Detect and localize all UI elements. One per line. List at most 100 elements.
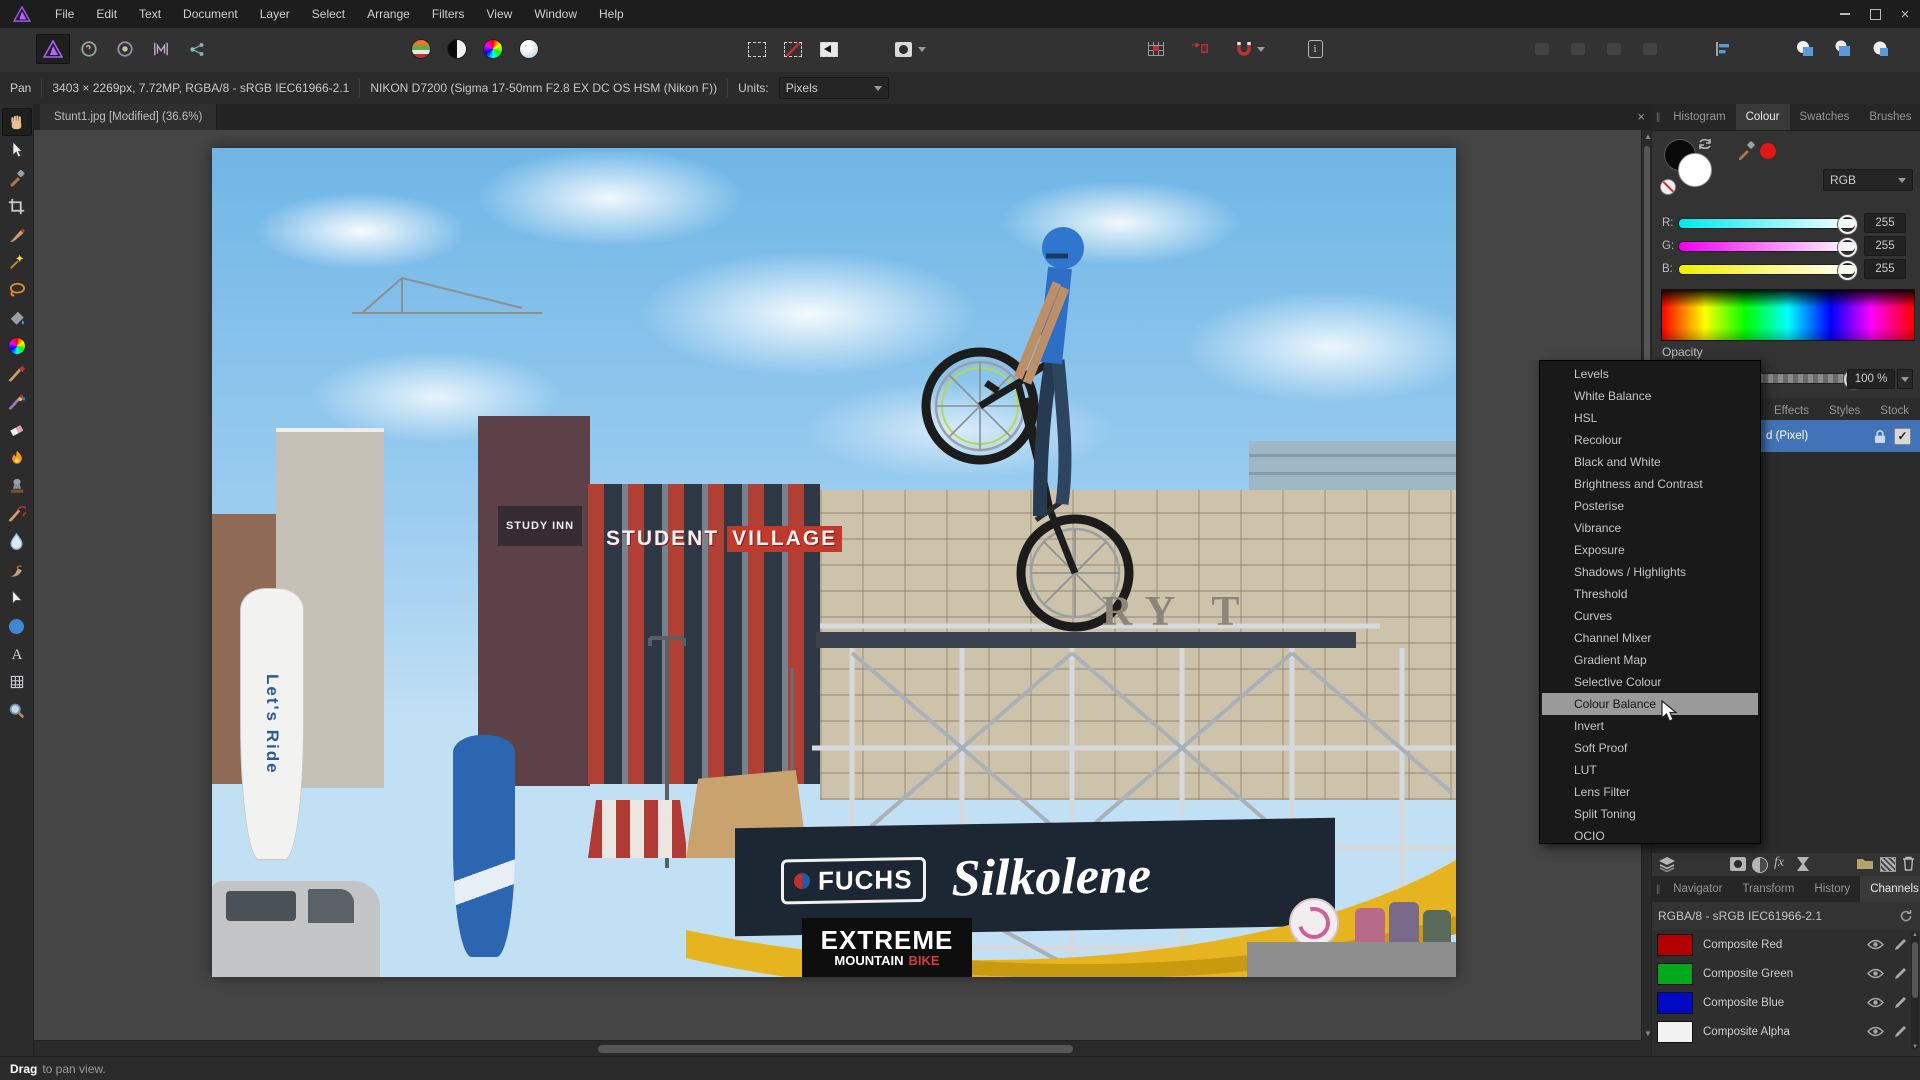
dodge-burn-tool[interactable]	[2, 444, 32, 472]
tab-colour[interactable]: Colour	[1736, 104, 1790, 130]
subtract-selection-icon[interactable]	[776, 34, 810, 64]
green-slider[interactable]	[1678, 241, 1856, 252]
channels-scroll-thumb[interactable]	[1912, 942, 1918, 998]
tab-history[interactable]: History	[1804, 876, 1860, 902]
text-tool[interactable]: A	[2, 640, 32, 668]
photo-persona-button[interactable]	[36, 34, 70, 64]
blue-slider[interactable]	[1678, 264, 1856, 275]
mesh-warp-tool[interactable]	[2, 668, 32, 696]
swap-colours-icon[interactable]	[1698, 137, 1714, 151]
menu-item-white-balance[interactable]: White Balance	[1540, 385, 1760, 407]
menu-item-recolour[interactable]: Recolour	[1540, 429, 1760, 451]
menu-item-levels[interactable]: Levels	[1540, 363, 1760, 385]
red-slider[interactable]	[1678, 218, 1856, 229]
canvas-area[interactable]: STUDY INN STUDENT VILLAGE RY T Let's Rid…	[34, 130, 1641, 1040]
snapping-dropdown-icon[interactable]	[1253, 34, 1269, 64]
menu-item-curves[interactable]: Curves	[1540, 605, 1760, 627]
paint-brush-tool[interactable]	[2, 360, 32, 388]
menu-arrange[interactable]: Arrange	[356, 7, 421, 21]
reset-channels-icon[interactable]	[1899, 909, 1913, 923]
pencil-icon[interactable]	[1894, 938, 1907, 951]
green-value[interactable]: 255	[1864, 236, 1906, 256]
new-selection-icon[interactable]	[740, 34, 774, 64]
menu-item-brightness-and-contrast[interactable]: Brightness and Contrast	[1540, 473, 1760, 495]
menu-item-lut[interactable]: LUT	[1540, 759, 1760, 781]
spectrum-picker[interactable]	[1661, 289, 1915, 341]
red-slider-knob[interactable]	[1838, 215, 1857, 234]
pattern-icon[interactable]	[1880, 857, 1896, 872]
menu-item-ocio[interactable]: OCIO	[1540, 825, 1760, 847]
tab-brushes[interactable]: Brushes	[1859, 104, 1920, 130]
alignment-icon[interactable]	[1706, 34, 1740, 64]
menu-item-vibrance[interactable]: Vibrance	[1540, 517, 1760, 539]
eye-icon[interactable]	[1867, 968, 1884, 979]
menu-help[interactable]: Help	[588, 7, 635, 21]
menu-text[interactable]: Text	[128, 7, 172, 21]
fx-icon[interactable]: fx	[1774, 855, 1784, 871]
adjustment-layer-icon[interactable]	[1752, 857, 1768, 873]
menu-item-lens-filter[interactable]: Lens Filter	[1540, 781, 1760, 803]
boolean-intersect-icon[interactable]	[1864, 34, 1898, 64]
eye-icon[interactable]	[1867, 1026, 1884, 1037]
minimize-icon[interactable]	[1830, 0, 1860, 28]
app-logo-icon[interactable]	[0, 6, 44, 22]
units-select[interactable]: Pixels	[779, 77, 889, 99]
menu-select[interactable]: Select	[301, 7, 356, 21]
tone-mapping-persona-button[interactable]	[144, 34, 178, 64]
panel-grip-icon[interactable]: ||	[1652, 884, 1663, 895]
pencil-icon[interactable]	[1894, 967, 1907, 980]
scroll-down-icon[interactable]: ▼	[1912, 1044, 1918, 1050]
colour-replacement-brush-tool[interactable]	[2, 388, 32, 416]
picked-colour-dot[interactable]	[1760, 143, 1776, 159]
tab-navigator[interactable]: Navigator	[1663, 876, 1732, 902]
channels-scrollbar[interactable]: ▲ ▼	[1911, 932, 1919, 1050]
auto-levels-icon[interactable]	[404, 34, 438, 64]
selection-brush-tool[interactable]	[2, 220, 32, 248]
move-tool[interactable]	[2, 136, 32, 164]
pixel-grid-icon[interactable]	[1139, 34, 1173, 64]
eye-icon[interactable]	[1867, 997, 1884, 1008]
assistant-icon[interactable]: i	[1298, 34, 1332, 64]
menu-item-invert[interactable]: Invert	[1540, 715, 1760, 737]
menu-item-posterise[interactable]: Posterise	[1540, 495, 1760, 517]
blue-value[interactable]: 255	[1864, 259, 1906, 279]
menu-filters[interactable]: Filters	[421, 7, 476, 21]
close-icon[interactable]: ×	[1890, 0, 1920, 28]
pencil-icon[interactable]	[1894, 1025, 1907, 1038]
layers-stack-icon[interactable]	[1658, 856, 1676, 872]
menu-item-hsl[interactable]: HSL	[1540, 407, 1760, 429]
export-persona-button[interactable]	[180, 34, 214, 64]
boolean-subtract-icon[interactable]	[1826, 34, 1860, 64]
eyedropper-icon[interactable]	[1736, 141, 1756, 161]
horizontal-scrollbar[interactable]	[34, 1040, 1641, 1057]
boolean-add-icon[interactable]	[1788, 34, 1822, 64]
crop-tool[interactable]	[2, 192, 32, 220]
blue-slider-knob[interactable]	[1838, 261, 1857, 280]
margins-icon[interactable]	[1183, 34, 1217, 64]
tab-transform[interactable]: Transform	[1732, 876, 1804, 902]
auto-contrast-icon[interactable]	[440, 34, 474, 64]
layer-visibility-checkbox[interactable]: ✓	[1894, 428, 1911, 445]
flood-fill-tool[interactable]	[2, 304, 32, 332]
gradient-tool[interactable]	[2, 332, 32, 360]
no-colour-icon[interactable]	[1660, 179, 1676, 195]
lasso-tool[interactable]	[2, 276, 32, 304]
menu-file[interactable]: File	[44, 7, 85, 21]
eraser-tool[interactable]	[2, 416, 32, 444]
menu-item-exposure[interactable]: Exposure	[1540, 539, 1760, 561]
auto-colours-icon[interactable]	[476, 34, 510, 64]
channel-row-red[interactable]: Composite Red	[1652, 930, 1920, 959]
maximize-icon[interactable]	[1860, 0, 1890, 28]
menu-view[interactable]: View	[476, 7, 524, 21]
menu-item-black-and-white[interactable]: Black and White	[1540, 451, 1760, 473]
red-value[interactable]: 255	[1864, 213, 1906, 233]
menu-edit[interactable]: Edit	[85, 7, 128, 21]
opacity-stepper-icon[interactable]	[1897, 369, 1913, 389]
tab-close-icon[interactable]: ×	[1637, 109, 1645, 124]
flood-select-tool[interactable]	[2, 248, 32, 276]
tab-channels[interactable]: Channels	[1860, 876, 1920, 902]
tab-swatches[interactable]: Swatches	[1790, 104, 1860, 130]
colour-mode-select[interactable]: RGB	[1823, 169, 1913, 191]
mask-layer-icon[interactable]	[1730, 857, 1746, 871]
auto-white-balance-icon[interactable]	[512, 34, 546, 64]
